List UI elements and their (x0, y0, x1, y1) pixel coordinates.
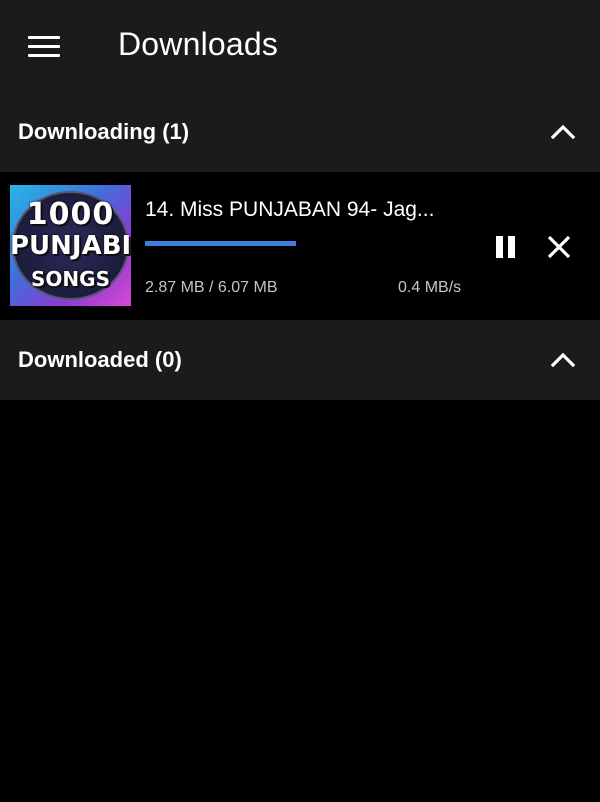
page-title: Downloads (118, 26, 279, 62)
download-size: 2.87 MB / 6.07 MB (145, 279, 278, 296)
section-title-downloaded: Downloaded (0) (18, 347, 182, 372)
download-speed: 0.4 MB/s (398, 279, 462, 296)
pause-bar (496, 236, 503, 258)
section-header-downloading[interactable]: Downloading (1) (0, 92, 600, 172)
album-art-thumbnail: 1000 PUNJABI SONGS (10, 185, 131, 306)
close-icon[interactable] (542, 230, 576, 264)
menu-line (28, 45, 60, 48)
pause-icon[interactable] (488, 230, 522, 264)
thumbnail-text-line: SONGS (31, 267, 110, 291)
hamburger-menu-icon[interactable] (22, 28, 66, 64)
download-progress-bar (145, 241, 465, 246)
download-title: 14. Miss PUNJABAN 94- Jag... (145, 198, 435, 221)
app-bar: Downloads (0, 0, 600, 92)
chevron-up-icon[interactable] (548, 120, 578, 144)
chevron-up-icon[interactable] (548, 348, 578, 372)
menu-line (28, 54, 60, 57)
download-item[interactable]: 1000 PUNJABI SONGS 14. Miss PUNJABAN 94-… (0, 172, 600, 320)
section-title-downloading: Downloading (1) (18, 119, 190, 144)
thumbnail-text-line: PUNJABI (10, 231, 131, 261)
download-progress-fill (145, 241, 297, 246)
thumbnail-text-line: 1000 (26, 197, 115, 232)
pause-bar (508, 236, 515, 258)
section-header-downloaded[interactable]: Downloaded (0) (0, 320, 600, 400)
menu-line (28, 36, 60, 39)
